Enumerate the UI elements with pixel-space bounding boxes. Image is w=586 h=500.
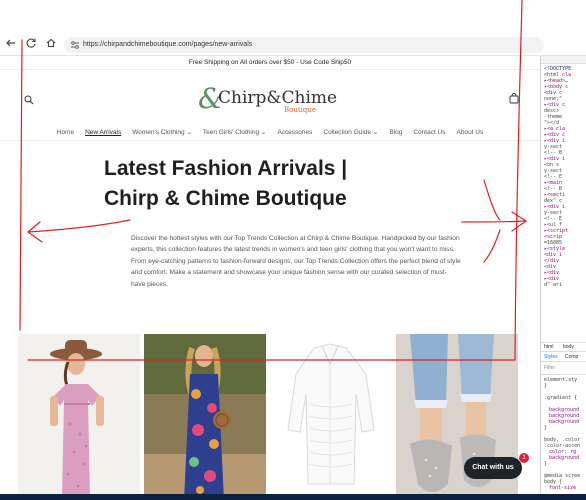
breadcrumb-body[interactable]: body (563, 343, 574, 351)
nav-accessories[interactable]: Accessories (277, 126, 312, 140)
style-rule: element.sty (544, 377, 578, 383)
nav-blog[interactable]: Blog (389, 126, 402, 140)
devtools-divider (541, 361, 586, 362)
site-logo[interactable]: & Chirp&Chime Boutique (198, 82, 338, 116)
cart-icon[interactable] (509, 91, 519, 104)
computed-tab[interactable]: Comp (565, 353, 578, 361)
webpage-viewport: Free Shipping on All orders over $50 - U… (0, 56, 540, 500)
style-rule: background (549, 455, 580, 461)
styles-filter-input[interactable]: Filter (544, 364, 555, 372)
back-icon[interactable] (3, 37, 19, 53)
site-info-icon[interactable] (70, 39, 80, 51)
logo-sub-text: Boutique (284, 106, 317, 114)
nav-womens-clothing[interactable]: Women's Clothing ⌄ (132, 126, 192, 140)
announcement-bar: Free Shipping on All orders over $50 - U… (0, 56, 540, 70)
breadcrumb-html[interactable]: html (544, 343, 553, 351)
nav-teen-girls-clothing[interactable]: Teen Girls' Clothing ⌄ (203, 126, 266, 140)
devtools-divider (541, 351, 586, 352)
header-divider (0, 140, 540, 141)
chat-notification-badge: 1 (519, 453, 529, 463)
product-image-pink-maxi-dress[interactable] (18, 334, 140, 500)
devtools-panel: <!DOCTYPE <html cla ▸<head>… ▾<body c <d… (540, 56, 586, 500)
nav-contact-us[interactable]: Contact Us (413, 126, 445, 140)
screenshot-frame: https://chirpandchimeboutique.com/pages/… (0, 0, 586, 500)
product-grid (18, 334, 518, 500)
product-image-white-shirt-dress[interactable] (270, 334, 392, 500)
main-navigation: Home New Arrivals Women's Clothing ⌄ Tee… (0, 126, 540, 140)
reload-icon[interactable] (23, 37, 39, 53)
page-title: Latest Fashion Arrivals | Chirp & Chime … (104, 157, 348, 210)
url-text: https://chirpandchimeboutique.com/pages/… (83, 41, 253, 48)
style-rule: background (549, 419, 580, 425)
browser-top-area (0, 0, 586, 34)
logo-main-text: Chirp&Chime (218, 88, 338, 108)
nav-new-arrivals[interactable]: New Arrivals (85, 126, 121, 140)
style-rule: .gradient { (544, 395, 578, 401)
page-description: Discover the hottest styles with our Top… (131, 235, 461, 288)
style-rule: } (544, 425, 548, 431)
style-rule: } (544, 461, 548, 467)
styles-tab[interactable]: Styles (544, 353, 558, 361)
dom-line[interactable]: d" ari (544, 282, 562, 288)
site-header: & Chirp&Chime Boutique Home New Arrivals… (0, 70, 540, 140)
taskbar-edge (0, 494, 586, 500)
devtools-divider (541, 374, 586, 375)
product-image-floral-dress[interactable] (144, 334, 266, 500)
nav-home[interactable]: Home (57, 126, 74, 140)
nav-collection-guide[interactable]: Collection Guide ⌄ (323, 126, 378, 140)
devtools-tabbar (541, 56, 586, 64)
chat-with-us-button[interactable]: Chat with us (464, 457, 522, 479)
address-bar[interactable]: https://chirpandchimeboutique.com/pages/… (64, 37, 544, 53)
style-rule: font-size (549, 485, 577, 491)
style-rule: } (544, 383, 548, 389)
home-icon[interactable] (43, 37, 59, 53)
browser-toolbar: https://chirpandchimeboutique.com/pages/… (0, 34, 586, 56)
nav-about-us[interactable]: About Us (457, 126, 484, 140)
search-icon[interactable] (24, 92, 34, 105)
